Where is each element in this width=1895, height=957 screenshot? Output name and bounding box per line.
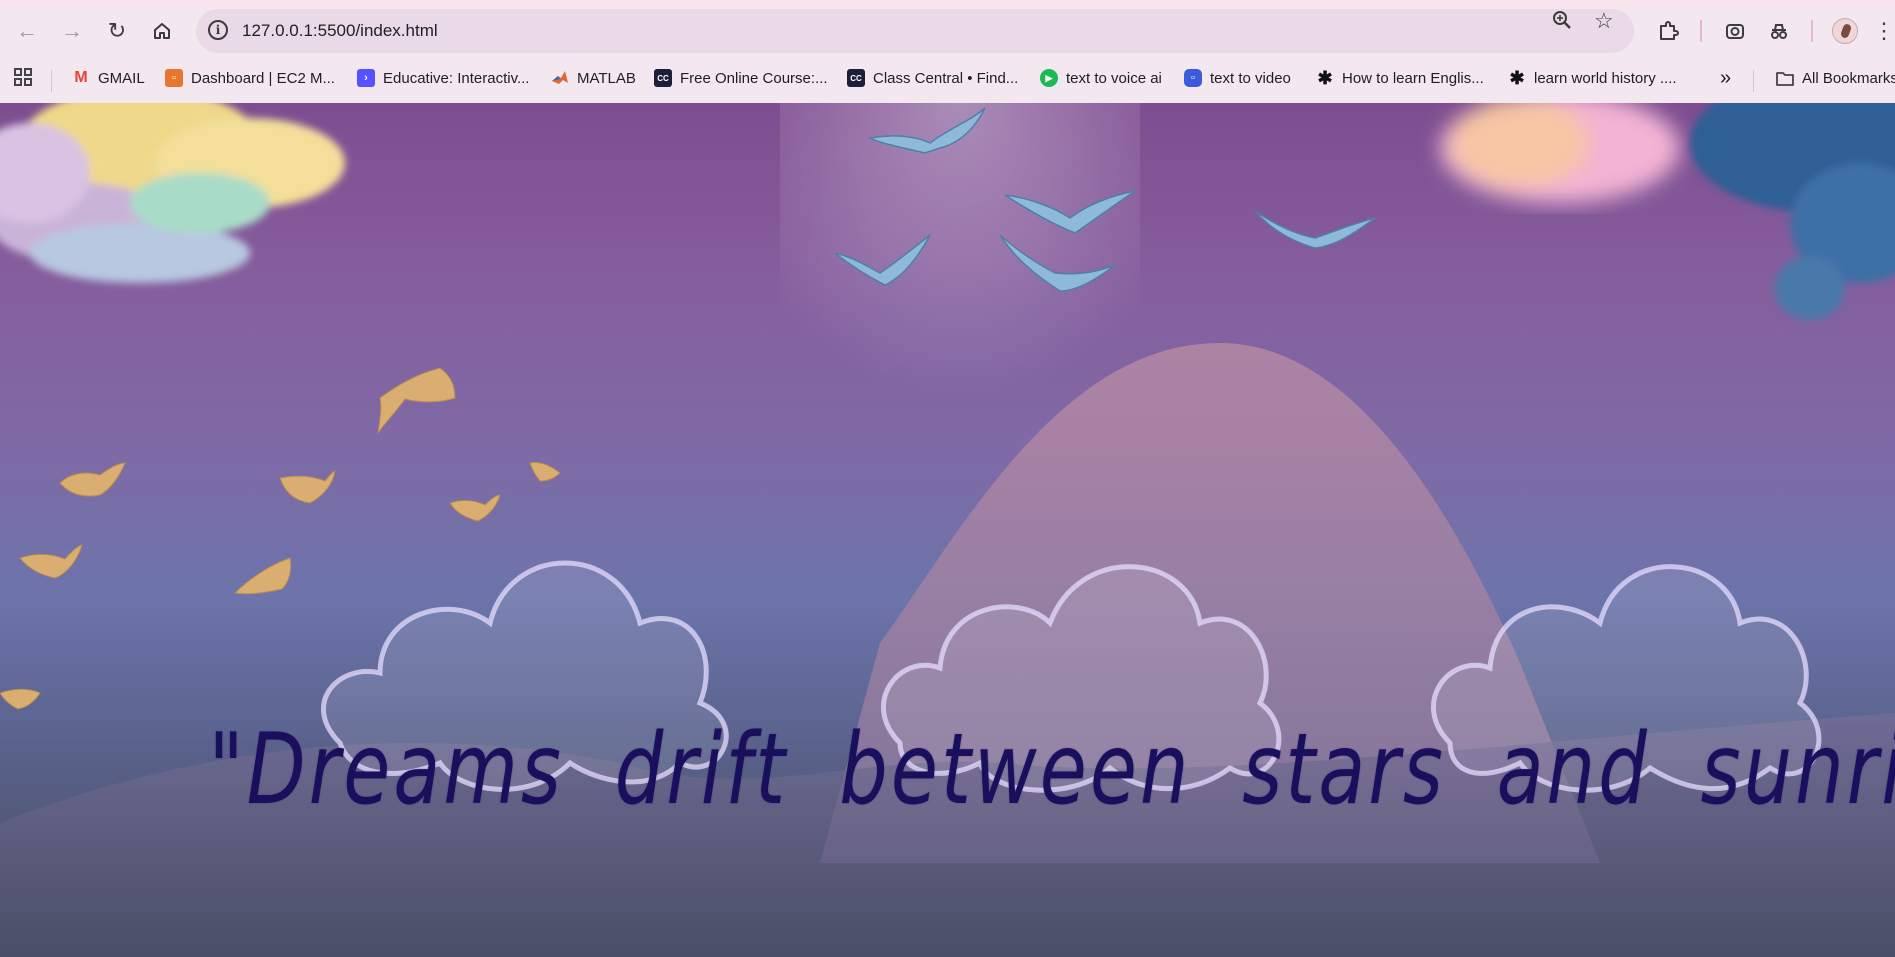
bookmark-free-online-course[interactable]: CC Free Online Course:... — [654, 66, 828, 90]
bookmark-label: GMAIL — [98, 69, 145, 87]
bookmark-educative[interactable]: › Educative: Interactiv... — [357, 66, 529, 90]
bookmark-text-to-voice[interactable]: ▶ text to voice ai — [1040, 66, 1162, 90]
bookmark-ec2-dashboard[interactable]: ▫ Dashboard | EC2 M... — [165, 66, 335, 90]
toolbar-separator — [1811, 20, 1813, 42]
bookmarks-separator — [1753, 70, 1754, 92]
screenshot-button[interactable] — [1718, 14, 1752, 48]
bookmark-label: learn world history .... — [1534, 69, 1677, 87]
bookmark-matlab[interactable]: MATLAB — [551, 66, 636, 90]
hero-quote: "Dreams drift between stars and sunrise.… — [208, 713, 1895, 827]
incognito-button[interactable] — [1762, 14, 1796, 48]
home-button[interactable] — [145, 14, 179, 48]
bookmark-label: MATLAB — [577, 69, 636, 87]
apps-grid-icon[interactable] — [14, 68, 32, 86]
video-icon: ▫ — [1184, 69, 1202, 87]
address-bar[interactable]: i 127.0.0.1:5500/index.html — [196, 9, 1634, 53]
cloud-top-left — [0, 103, 345, 283]
class-central-icon: CC — [847, 69, 865, 87]
camera-icon — [1726, 24, 1744, 39]
bookmark-label: text to voice ai — [1066, 69, 1162, 87]
bookmark-label: text to video — [1210, 69, 1291, 87]
folder-icon — [1776, 69, 1794, 87]
bookmark-label: Free Online Course:... — [680, 69, 828, 87]
bookmark-star-icon[interactable]: ☆ — [1594, 8, 1614, 34]
educative-icon: › — [357, 69, 375, 87]
cloud-top-right-blue — [1690, 103, 1895, 320]
aws-ec2-icon: ▫ — [165, 69, 183, 87]
profile-avatar[interactable] — [1832, 18, 1858, 44]
site-info-icon[interactable]: i — [208, 20, 228, 40]
url-text[interactable]: 127.0.0.1:5500/index.html — [242, 21, 438, 41]
back-button[interactable]: ← — [10, 14, 44, 48]
bookmark-gmail[interactable]: M GMAIL — [72, 66, 145, 90]
bookmark-learn-english[interactable]: ✱ How to learn Englis... — [1316, 66, 1484, 90]
reload-icon: ↻ — [107, 18, 127, 43]
cloud-top-right-pink — [1440, 103, 1680, 203]
page-content: "Dreams drift between stars and sunrise.… — [0, 103, 1895, 957]
matlab-icon — [551, 69, 569, 87]
extensions-button[interactable] — [1651, 14, 1685, 48]
bookmark-label: All Bookmarks — [1802, 69, 1895, 87]
bookmark-label: How to learn Englis... — [1342, 69, 1484, 87]
bookmark-label: Educative: Interactiv... — [383, 69, 530, 87]
arrow-left-icon: ← — [16, 18, 38, 43]
menu-kebab-icon[interactable]: ⋮ — [1873, 14, 1895, 48]
forward-button[interactable]: → — [55, 14, 89, 48]
toolbar-separator — [1700, 20, 1702, 42]
bookmark-class-central[interactable]: CC Class Central • Find... — [847, 66, 1018, 90]
chevron-double-right-icon: » — [1720, 66, 1732, 89]
gmail-icon: M — [74, 69, 88, 86]
home-icon — [154, 23, 170, 39]
bookmark-label: Dashboard | EC2 M... — [191, 69, 335, 87]
tab-strip-edge — [0, 0, 1895, 7]
claude-icon: ✱ — [1317, 67, 1333, 88]
scene-illustration — [0, 103, 1895, 957]
bookmark-text-to-video[interactable]: ▫ text to video — [1184, 66, 1291, 90]
play-icon: ▶ — [1040, 69, 1058, 87]
bookmark-label: Class Central • Find... — [873, 69, 1019, 87]
bookmark-world-history[interactable]: ✱ learn world history .... — [1508, 66, 1677, 90]
more-bookmarks-button[interactable]: » — [1720, 66, 1731, 90]
bookmarks-separator — [51, 70, 52, 92]
zoom-icon[interactable] — [1552, 10, 1572, 36]
incognito-icon — [1771, 24, 1787, 39]
claude-icon: ✱ — [1509, 67, 1525, 88]
arrow-right-icon: → — [61, 18, 83, 43]
reload-button[interactable]: ↻ — [100, 14, 134, 48]
all-bookmarks-button[interactable]: All Bookmarks — [1776, 66, 1895, 90]
puzzle-icon — [1660, 21, 1679, 40]
class-central-icon: CC — [654, 69, 672, 87]
